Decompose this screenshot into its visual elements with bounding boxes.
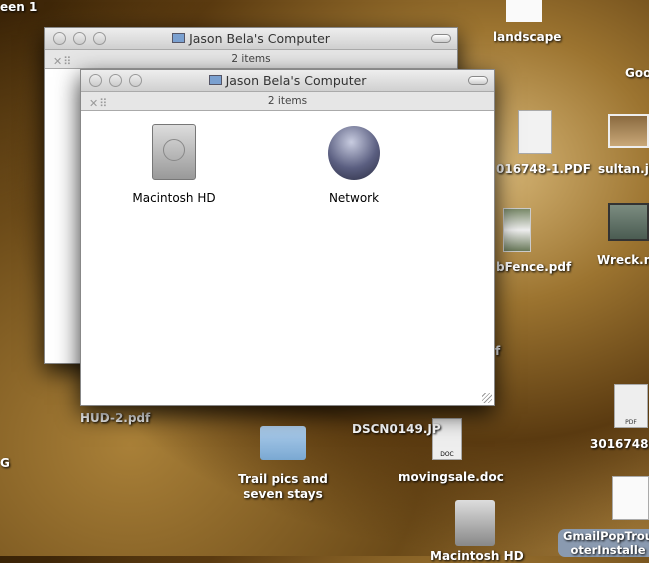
toolbar-toggle-button[interactable] — [431, 34, 451, 43]
item-network[interactable]: Network — [299, 124, 409, 205]
image-thumbnail-icon[interactable] — [608, 114, 649, 148]
window-title: Jason Bela's Computer — [225, 73, 367, 88]
tools-icon: ✕⠿ — [53, 55, 73, 68]
file-icon[interactable] — [612, 476, 649, 520]
tools-icon: ✕⠿ — [89, 97, 109, 110]
toolbar-toggle-button[interactable] — [468, 76, 488, 85]
movie-thumbnail-icon[interactable] — [608, 203, 649, 241]
pdf-file-icon[interactable]: PDF — [614, 384, 648, 428]
resize-handle[interactable] — [482, 393, 492, 403]
window-title: Jason Bela's Computer — [189, 31, 330, 46]
desktop-label[interactable]: Trail pics and seven stays — [218, 472, 348, 502]
title-bar[interactable]: Jason Bela's Computer — [45, 28, 457, 50]
item-label: Network — [328, 191, 380, 205]
pdf-thumbnail-icon[interactable] — [503, 208, 531, 252]
desktop-label[interactable]: f — [495, 344, 500, 358]
desktop-label[interactable]: Goo — [625, 66, 649, 80]
pdf-thumbnail-icon[interactable] — [518, 110, 552, 154]
desktop-label[interactable]: een 1 — [0, 0, 37, 14]
status-bar: ✕⠿ 2 items — [45, 50, 457, 69]
desktop-label[interactable]: Wreck.m — [597, 253, 649, 267]
item-count: 2 items — [267, 95, 308, 107]
computer-icon — [172, 33, 186, 43]
network-globe-icon — [328, 126, 380, 180]
desktop-label[interactable]: movingsale.doc — [398, 470, 504, 484]
desktop-label[interactable]: landscape — [493, 30, 561, 44]
title-bar[interactable]: Jason Bela's Computer — [81, 70, 494, 92]
desktop-label[interactable]: bFence.pdf — [496, 260, 571, 274]
desktop-label[interactable]: sultan.jp — [598, 162, 649, 176]
hard-drive-icon[interactable] — [455, 500, 495, 546]
desktop-label[interactable]: HUD-2.pdf — [80, 411, 150, 425]
folder-icon[interactable] — [260, 426, 306, 460]
status-bar: ✕⠿ 2 items — [81, 92, 494, 111]
finder-window-front[interactable]: Jason Bela's Computer ✕⠿ 2 items Macintos… — [80, 69, 495, 406]
desktop-label[interactable]: 016748-1.PDF — [496, 162, 591, 176]
file-icon[interactable] — [506, 0, 542, 22]
item-label: Macintosh HD — [132, 191, 216, 205]
desktop-label[interactable]: Macintosh HD — [430, 549, 524, 563]
desktop-label[interactable]: DSCN0149.JP — [352, 422, 441, 436]
item-macintosh-hd[interactable]: Macintosh HD — [119, 124, 229, 205]
computer-icon — [208, 75, 222, 85]
desktop-label[interactable]: G — [0, 456, 10, 470]
item-count: 2 items — [231, 53, 271, 65]
desktop-label[interactable]: 3016748. — [590, 437, 649, 451]
hard-drive-icon — [152, 124, 196, 180]
desktop-label-selected[interactable]: GmailPopTrou oterInstalle — [558, 529, 649, 557]
